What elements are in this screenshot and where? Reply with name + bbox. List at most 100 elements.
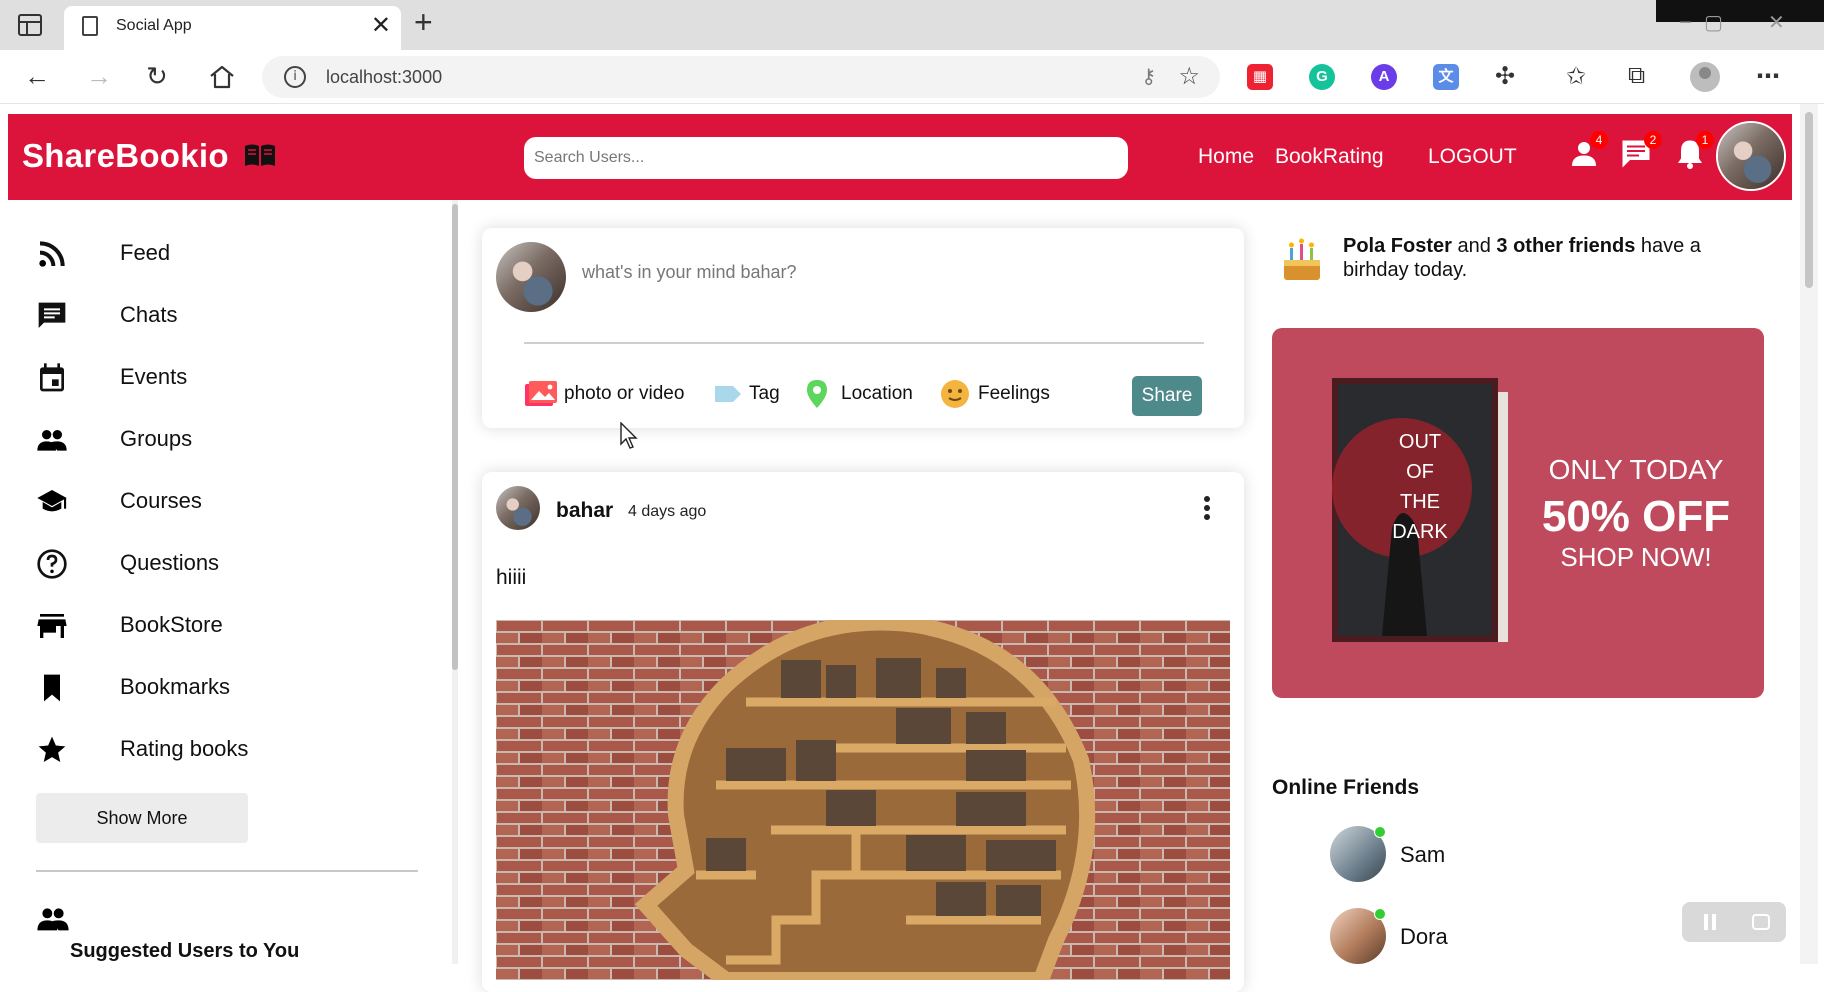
post-text: hiiii — [496, 566, 527, 589]
app-header: ShareBookio Home BookRating LOGOUT 4 2 1 — [8, 114, 1792, 200]
nav-logout-link[interactable]: LOGOUT — [1428, 145, 1517, 169]
sidebar-item-chats[interactable]: Chats — [36, 294, 396, 334]
group-icon — [37, 430, 67, 451]
minimize-button[interactable]: – — [1680, 10, 1691, 33]
book-title-line: OUT — [1399, 431, 1441, 453]
birthday-friend-name[interactable]: Pola Foster — [1343, 235, 1452, 257]
star-icon — [38, 736, 66, 762]
address-bar-row: ← → ↻ i localhost:3000 ⚷ ☆ ▦ G A 文 ✣ ✩ ⧉… — [0, 50, 1824, 104]
forward-icon[interactable]: → — [86, 62, 112, 90]
page-scrollbar[interactable] — [1800, 104, 1818, 964]
collections-icon[interactable]: ⧉ — [1628, 62, 1645, 90]
share-option-photo[interactable]: photo or video — [524, 378, 704, 408]
extension-red-icon[interactable]: ▦ — [1247, 64, 1273, 90]
sidebar-item-groups[interactable]: Groups — [36, 418, 396, 458]
sidebar-item-bookstore[interactable]: BookStore — [36, 604, 396, 644]
sidebar-item-rating-books[interactable]: Rating books — [36, 728, 396, 768]
browser-profile-avatar[interactable] — [1690, 62, 1720, 92]
url-field[interactable]: i localhost:3000 ⚷ ☆ — [262, 56, 1220, 98]
sidebar-item-label: Bookmarks — [120, 674, 231, 699]
tab-title: Social App — [116, 17, 192, 34]
share-option-label: Location — [841, 383, 913, 404]
birthday-others[interactable]: 3 other friends — [1496, 235, 1635, 257]
sidebar-item-events[interactable]: Events — [36, 356, 396, 396]
back-icon[interactable]: ← — [24, 62, 50, 90]
messages-badge: 2 — [1644, 131, 1662, 149]
nav-bookrating-link[interactable]: BookRating — [1275, 145, 1384, 169]
friend-name: Sam — [1400, 842, 1446, 867]
sidebar-item-label: Rating books — [120, 736, 249, 761]
app-logo[interactable]: ShareBookio — [22, 137, 229, 175]
share-option-label: Feelings — [978, 383, 1050, 404]
browser-tabstrip: Social App ✕ + – ▢ ✕ — [0, 0, 1824, 50]
window-close-button[interactable]: ✕ — [1768, 10, 1785, 35]
birthday-connector: and — [1451, 235, 1497, 257]
show-more-button[interactable]: Show More — [36, 793, 248, 843]
calendar-icon — [40, 363, 64, 392]
sidebar-item-questions[interactable]: Questions — [36, 542, 396, 582]
extensions-icon[interactable]: ✣ — [1495, 62, 1515, 91]
more-menu-icon[interactable]: ⋯ — [1756, 62, 1780, 91]
sidebar-item-feed[interactable]: Feed — [36, 232, 396, 272]
add-favorite-icon[interactable]: ☆ — [1178, 62, 1200, 91]
home-icon[interactable] — [208, 64, 236, 90]
new-tab-button[interactable]: + — [414, 4, 433, 41]
nav-home-link[interactable]: Home — [1198, 145, 1254, 169]
current-user-avatar — [496, 242, 566, 312]
sidebar-divider — [36, 870, 418, 872]
online-friends-title: Online Friends — [1272, 776, 1420, 799]
maximize-button[interactable]: ▢ — [1704, 10, 1723, 35]
ad-headline: ONLY TODAY — [1548, 454, 1724, 485]
search-users-input[interactable] — [524, 137, 1128, 179]
camera-icon[interactable] — [1752, 914, 1770, 930]
sidebar-item-courses[interactable]: Courses — [36, 480, 396, 520]
sidebar-item-label: Questions — [120, 550, 220, 575]
ad-call-to-action[interactable]: SHOP NOW! — [1536, 542, 1736, 573]
left-sidebar: Feed Chats Events Groups Courses Questio… — [8, 200, 458, 964]
favorites-icon[interactable]: ✩ — [1566, 62, 1586, 91]
translate-extension-icon[interactable]: 文 — [1433, 64, 1459, 90]
book-title-line: DARK — [1392, 521, 1448, 543]
share-divider — [524, 342, 1204, 344]
page-icon — [82, 16, 98, 36]
suggested-users-icon — [37, 908, 69, 931]
online-status-dot — [1374, 908, 1386, 920]
mouse-cursor-icon — [620, 422, 638, 449]
post-more-options-icon[interactable] — [1204, 496, 1212, 524]
post-author-avatar[interactable] — [496, 486, 540, 530]
share-option-label: photo or video — [564, 383, 685, 404]
tab-actions-icon[interactable] — [18, 14, 42, 36]
online-friend-item[interactable]: Dora — [1330, 908, 1630, 964]
share-option-location[interactable]: Location — [806, 378, 926, 408]
refresh-icon[interactable]: ↻ — [146, 62, 168, 90]
share-option-tag[interactable]: Tag — [714, 378, 794, 408]
user-avatar[interactable] — [1716, 121, 1786, 191]
post-image[interactable] — [496, 620, 1230, 980]
post-author-name[interactable]: bahar — [556, 499, 613, 523]
browser-tab[interactable]: Social App ✕ — [64, 6, 401, 50]
post-text-input[interactable] — [582, 262, 1182, 283]
birthday-notice: Pola Foster and 3 other friends have a b… — [1343, 234, 1763, 282]
online-status-dot — [1374, 826, 1386, 838]
friend-requests-badge: 4 — [1590, 131, 1608, 149]
tab-close-icon[interactable]: ✕ — [371, 12, 391, 40]
sidebar-item-bookmarks[interactable]: Bookmarks — [36, 666, 396, 706]
sidebar-item-label: Feed — [120, 240, 171, 265]
post-card: bahar 4 days ago hiiii — [482, 472, 1244, 992]
promo-ad-banner[interactable]: OUT OF THE DARK ONLY TODAY 50% OFF SHOP … — [1272, 328, 1764, 698]
share-button[interactable]: Share — [1132, 376, 1202, 416]
sidebar-item-label: Courses — [120, 488, 202, 513]
password-key-icon[interactable]: ⚷ — [1141, 64, 1156, 89]
feelings-smiley-icon — [941, 380, 969, 408]
recording-widget[interactable] — [1682, 902, 1786, 942]
site-info-icon[interactable]: i — [284, 66, 306, 88]
bookmark-icon — [44, 674, 60, 702]
sidebar-item-label: Groups — [120, 426, 193, 451]
book-logo-icon — [245, 144, 275, 166]
extension-a-icon[interactable]: A — [1371, 64, 1397, 90]
online-friend-item[interactable]: Sam — [1330, 826, 1630, 882]
pause-icon[interactable] — [1704, 914, 1716, 930]
sidebar-scrollbar[interactable] — [452, 200, 458, 964]
share-option-feelings[interactable]: Feelings — [940, 378, 1070, 408]
grammarly-extension-icon[interactable]: G — [1309, 64, 1335, 90]
